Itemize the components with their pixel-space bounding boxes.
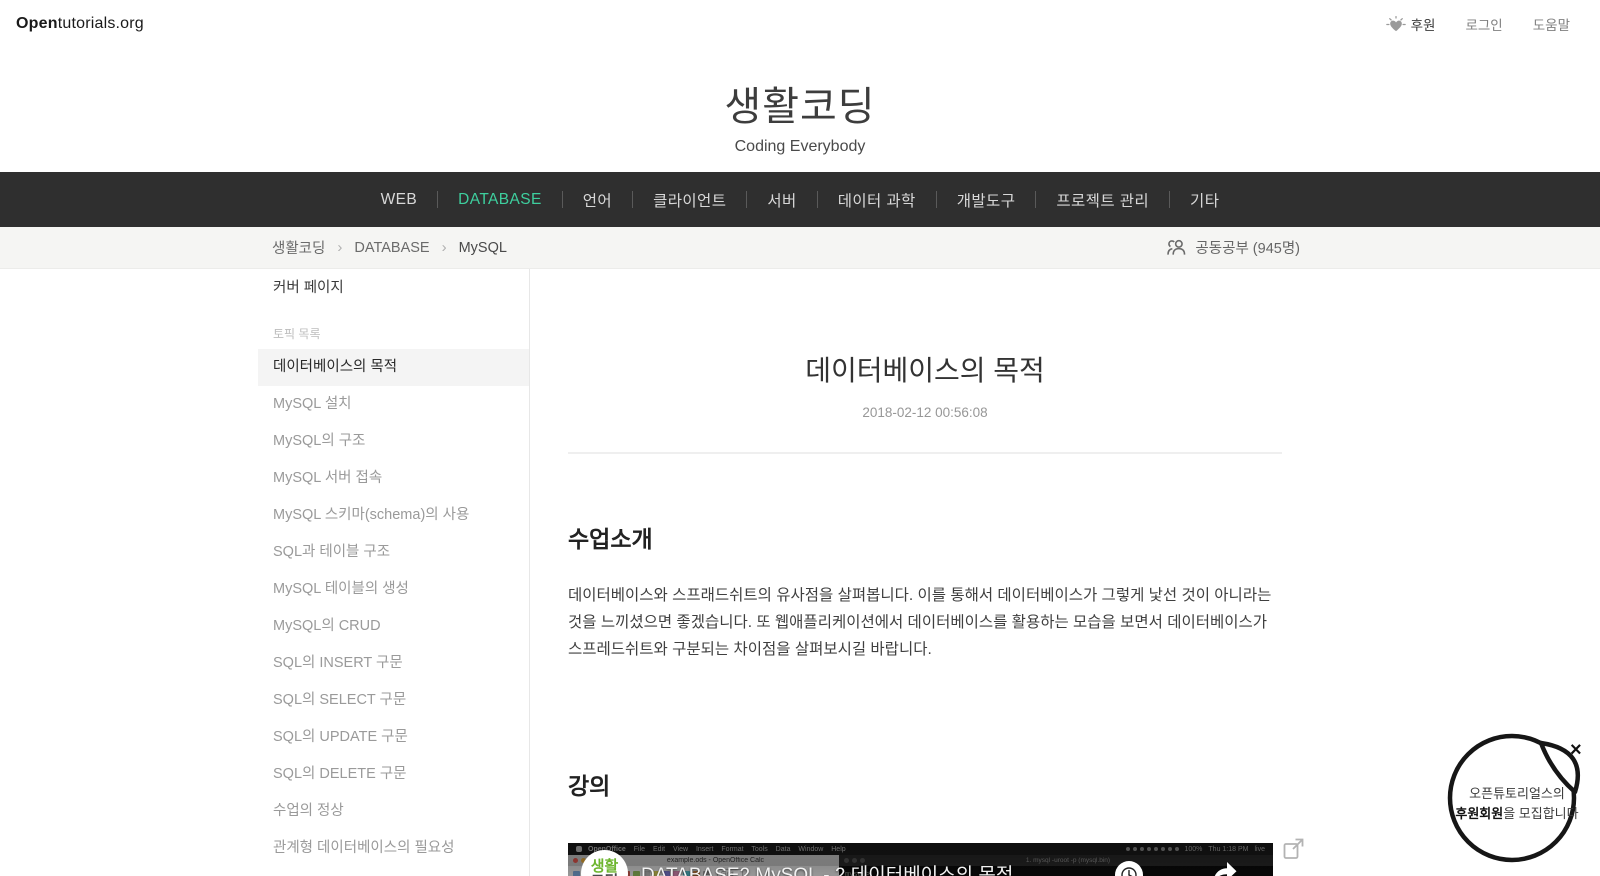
menubar-clock: Thu 1:18 PM [1208,845,1249,853]
intro-heading: 수업소개 [568,526,653,552]
nav-item-devtools[interactable]: 개발도구 [937,191,1037,210]
sidebar-topic[interactable]: MySQL 스키마(schema)의 사용 [258,497,529,534]
intro-body: 데이터베이스와 스프래드쉬트의 유사점을 살펴봅니다. 이를 통해서 데이터베이… [568,587,1272,659]
article-date: 2018-02-12 00:56:08 [862,405,988,420]
course-sidebar: 커버 페이지 토픽 목록 데이터베이스의 목적 MySQL 설치 MySQL의 … [258,269,530,876]
sponsor-sticker[interactable]: × 오픈튜토리얼스의 후원회원을 모집합니다 [1446,722,1600,876]
nav-item-language[interactable]: 언어 [563,191,634,210]
donate-label: 후원 [1410,18,1436,33]
lecture-video-row: OpenOffice File Edit View Insert Format … [568,838,1304,876]
channel-avatar[interactable]: 생활 코딩 [581,850,628,876]
sticker-line1: 오픈튜토리얼스의 [1469,786,1565,801]
site-subtitle: Coding Everybody [734,138,866,155]
nav-item-server[interactable]: 서버 [747,191,818,210]
opentutorials-logo[interactable]: Opentutorials.org [16,15,144,33]
page: Opentutorials.org 후원 로그인 도움말 생활코딩 Coding… [0,0,1600,876]
site-header: 생활코딩 Coding Everybody [0,48,1600,172]
sidebar-topic[interactable]: MySQL 테이블의 생성 [258,571,529,608]
nav-item-project-mgmt[interactable]: 프로젝트 관리 [1036,191,1171,210]
sidebar-topic[interactable]: 관계형 데이터베이스의 필요성 [258,830,529,867]
divider [568,452,1282,454]
article-title: 데이터베이스의 목적 [805,355,1045,386]
donate-link[interactable]: 후원 [1385,14,1436,34]
logo-rest: tutorials.org [57,15,144,32]
breadcrumb: 생활코딩 › DATABASE › MySQL [272,237,507,258]
sticker-line2: 후원회원을 모집합니다 [1455,806,1579,822]
nav-item-web[interactable]: WEB [361,191,439,208]
topic-list-label: 토픽 목록 [273,327,321,341]
chevron-right-icon: › [441,239,447,256]
costudy-label: 공동공부 (945명) [1195,241,1300,257]
sticker-text: 오픈튜토리얼스의 후원회원을 모집합니다 [1446,784,1588,824]
top-bar: Opentutorials.org 후원 로그인 도움말 [0,0,1600,48]
sidebar-topic[interactable]: 수업의 정상 [258,793,529,830]
top-links: 후원 로그인 도움말 [1385,14,1570,34]
lecture-heading: 강의 [568,773,611,800]
nav-item-client[interactable]: 클라이언트 [633,191,748,210]
sidebar-topic[interactable]: MySQL의 구조 [258,423,529,460]
people-icon [1166,239,1187,256]
close-traffic-light [573,858,578,864]
youtube-video-embed[interactable]: OpenOffice File Edit View Insert Format … [568,843,1273,876]
breadcrumb-course[interactable]: MySQL [459,240,507,256]
sidebar-topic[interactable]: SQL과 테이블 구조 [258,534,529,571]
main-nav: WEB DATABASE 언어 클라이언트 서버 데이터 과학 개발도구 프로젝… [0,172,1600,227]
sidebar-cover-page[interactable]: 커버 페이지 [258,270,529,307]
sidebar-topic[interactable]: MySQL 서버 접속 [258,460,529,497]
sidebar-topic-active[interactable]: 데이터베이스의 목적 [258,349,529,386]
nav-item-database[interactable]: DATABASE [438,191,563,208]
menubar-user: live [1254,845,1265,853]
content-container: 커버 페이지 토픽 목록 데이터베이스의 목적 MySQL 설치 MySQL의 … [258,269,1342,876]
avatar-text-top: 생활 [590,857,619,875]
menubar-status-icons [1125,847,1179,852]
video-title[interactable]: DATABASE2 MySQL - 2.데이터베이스의 목적 [641,860,1013,876]
close-icon[interactable]: × [1570,740,1582,760]
open-external-icon[interactable] [1283,838,1304,865]
breadcrumb-bar: 생활코딩 › DATABASE › MySQL 공동공부 (945명) [0,227,1600,269]
sidebar-topic[interactable]: SQL의 UPDATE 구문 [258,719,529,756]
login-link[interactable]: 로그인 [1465,14,1502,34]
costudy-link[interactable]: 공동공부 (945명) [1166,237,1328,258]
menubar-status-area: 100% Thu 1:18 PM live [1125,845,1265,853]
logo-bold: Open [16,15,58,32]
sidebar-topic[interactable]: MySQL의 CRUD [258,608,529,645]
sidebar-topic[interactable]: MySQL 설치 [258,386,529,423]
sidebar-topic[interactable]: SQL의 SELECT 구문 [258,682,529,719]
chevron-right-icon: › [337,239,343,256]
menubar-battery: 100% [1184,845,1203,853]
sparkle-heart-icon [1385,15,1406,33]
share-icon[interactable] [1209,859,1239,876]
breadcrumb-category[interactable]: DATABASE [354,240,429,256]
sidebar-topic[interactable]: SQL의 DELETE 구문 [258,756,529,793]
help-link[interactable]: 도움말 [1533,14,1570,34]
breadcrumb-home[interactable]: 생활코딩 [272,237,325,258]
video-title-row: 생활 코딩 DATABASE2 MySQL - 2.데이터베이스의 목적 [581,850,1013,876]
article: 데이터베이스의 목적 2018-02-12 00:56:08 수업소개 데이터베… [530,269,1342,876]
site-title[interactable]: 생활코딩 [0,74,1600,132]
nav-item-data-science[interactable]: 데이터 과학 [818,191,937,210]
nav-item-etc[interactable]: 기타 [1170,191,1239,210]
sidebar-topic[interactable]: SQL의 INSERT 구문 [258,645,529,682]
